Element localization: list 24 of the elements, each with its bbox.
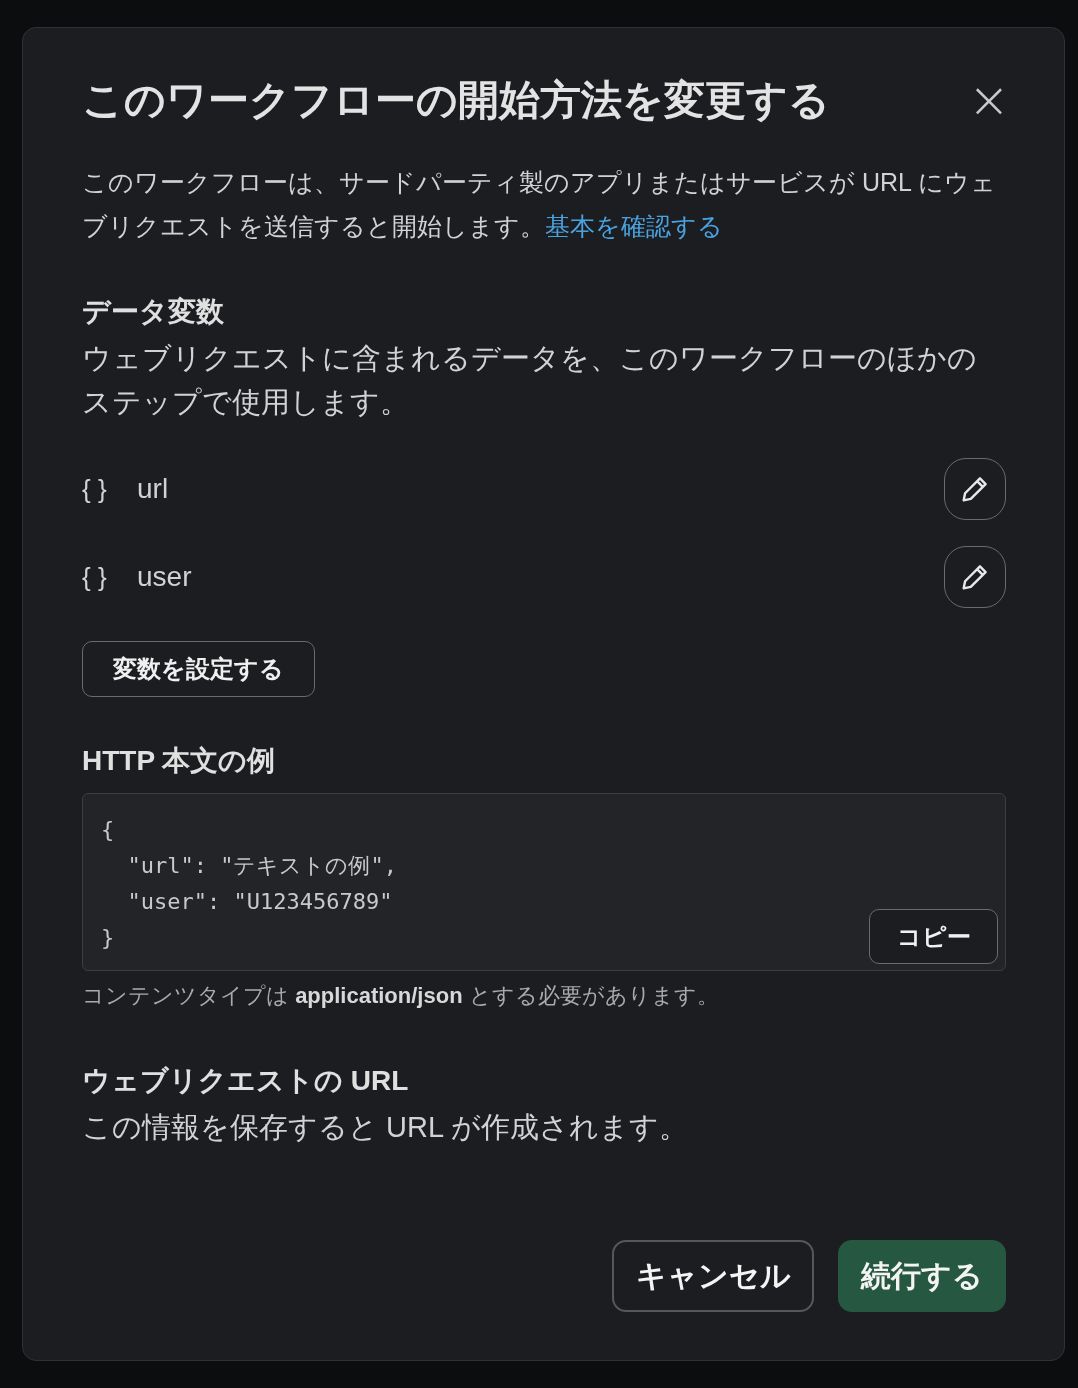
cancel-button[interactable]: キャンセル (612, 1240, 814, 1312)
braces-icon: { } (82, 473, 137, 505)
code-line: { (101, 816, 115, 844)
section-heading: データ変数 (82, 295, 225, 329)
braces-icon: { } (82, 561, 137, 593)
code-line: "user": "U123456789" (126, 888, 393, 916)
section-heading: HTTP 本文の例 (82, 744, 277, 778)
copy-button[interactable]: コピー (869, 909, 998, 964)
continue-button[interactable]: 続行する (838, 1240, 1006, 1312)
code-line: } (101, 924, 115, 952)
close-button[interactable]: × (968, 75, 1010, 125)
content-type-note: コンテンツタイプは application/json とする必要があります。 (82, 982, 720, 1010)
code-line: "url": "テキストの例", (126, 852, 397, 880)
variable-name: user (137, 561, 193, 593)
learn-link[interactable]: 基本を確認する (545, 212, 723, 240)
section-description: ウェブリクエストに含まれるデータを、このワークフローのほかのステップで使用します。 (82, 341, 978, 420)
variable-name: url (137, 473, 170, 505)
set-variables-button[interactable]: 変数を設定する (82, 641, 315, 697)
url-info-text: この情報を保存すると URL が作成されます。 (82, 1110, 690, 1145)
dialog-title: このワークフローの開始方法を変更する (82, 76, 830, 125)
intro-text: このワークフローは、サードパーティ製のアプリまたはサービスが URL にウェブリクエストを送信すると開始します。基本を確認する (82, 167, 997, 242)
edit-button[interactable] (944, 546, 1006, 608)
section-heading: ウェブリクエストの URL (82, 1064, 410, 1098)
edit-button[interactable] (944, 458, 1006, 520)
